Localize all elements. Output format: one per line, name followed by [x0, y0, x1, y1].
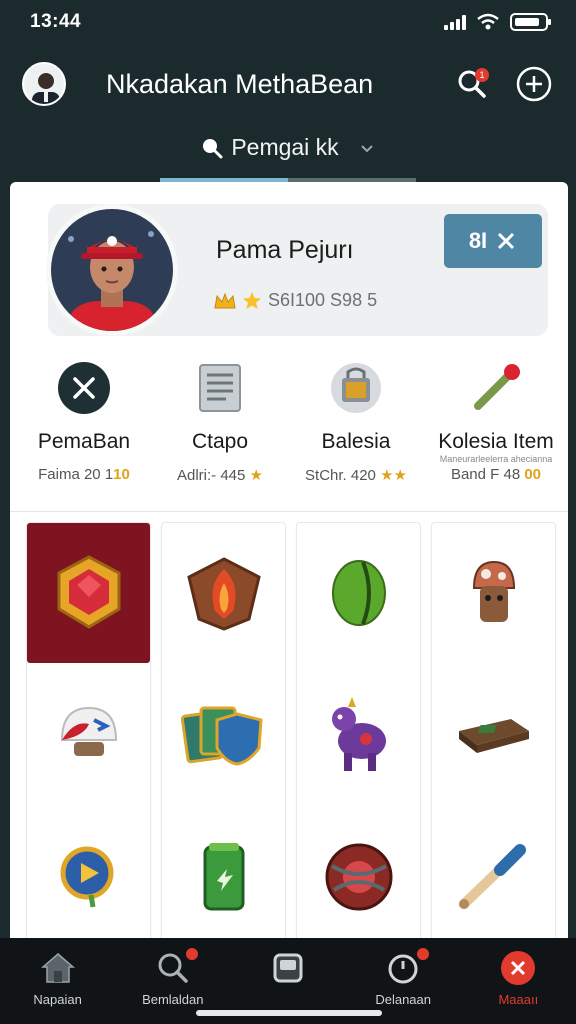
nav-label: Maaaıı — [498, 992, 539, 1007]
category-sub: Adlri:- 445 ★ — [177, 467, 263, 484]
green-ball-icon — [331, 560, 386, 626]
category-sub-small: Maneurarleelerra ahecianna — [439, 454, 553, 464]
grid-item[interactable] — [27, 807, 150, 942]
wifi-icon — [477, 13, 499, 30]
nav-item-home[interactable]: Napaian — [0, 950, 115, 1007]
crown-icon — [214, 292, 236, 308]
category-name: Kolesia Item — [438, 430, 554, 453]
nav-badge — [186, 948, 199, 960]
cricket-bat-icon — [468, 360, 524, 416]
purple-creature-icon — [331, 697, 386, 771]
grid-item[interactable] — [162, 807, 285, 942]
nav-item-square[interactable] — [230, 950, 345, 992]
item-column — [431, 522, 556, 942]
category-item[interactable]: PemaBan Faima 20 110 — [14, 360, 154, 483]
main-card: Pama Pejurı S6I100 S98 5 8I PemaBan Faim… — [10, 182, 568, 942]
status-bar: 13:44 — [0, 0, 576, 44]
search-icon — [158, 953, 188, 983]
category-sub: Band F 48 00 — [450, 466, 542, 483]
bottom-nav: Napaian Bemlaldan Delanaan Maaaıı — [0, 938, 576, 1024]
battery-icon — [510, 13, 551, 31]
status-time: 13:44 — [30, 11, 82, 32]
category-name: Balesia — [321, 430, 391, 453]
home-indicator[interactable] — [196, 1010, 382, 1016]
item-grid — [26, 522, 556, 942]
square-icon — [273, 953, 303, 983]
item-column — [296, 522, 421, 942]
mushroom-figure-icon — [472, 560, 515, 622]
grid-item[interactable] — [432, 665, 555, 805]
app-header: Nkadakan MethaBean 1 — [0, 48, 576, 120]
grid-item[interactable] — [297, 665, 420, 805]
close-icon — [498, 232, 515, 250]
flame-shield-icon — [186, 557, 261, 631]
bat-icon — [458, 844, 526, 909]
item-column — [161, 522, 286, 942]
profile-action-button[interactable]: 8I — [444, 214, 542, 268]
nav-item-active[interactable]: Maaaıı — [461, 950, 576, 1007]
document-icon — [192, 360, 248, 416]
signal-icon — [444, 14, 466, 30]
star-icon — [243, 291, 261, 309]
card-shield-icon — [180, 706, 263, 766]
vault-icon — [328, 360, 384, 416]
category-sub: Faima 20 110 — [38, 466, 130, 483]
close-badge-icon — [501, 951, 536, 985]
search-icon — [203, 138, 223, 158]
search-label: Pemgai kk — [231, 134, 339, 160]
category-name: Ctapo — [191, 430, 249, 453]
app-title: Nkadakan MethaBean — [106, 68, 374, 99]
medal-icon — [60, 846, 113, 908]
timer-icon — [388, 954, 418, 984]
search-button[interactable]: 1 — [452, 64, 492, 104]
category-item[interactable]: Ctapo Adlri:- 445 ★ — [150, 360, 290, 484]
category-sub: StChr. 420 ★★ — [305, 467, 407, 484]
grid-item[interactable] — [162, 665, 285, 805]
home-icon — [40, 953, 75, 983]
profile-action-label: 8I — [468, 228, 488, 253]
item-column — [26, 522, 151, 942]
close-circle-icon — [56, 360, 112, 416]
grid-item[interactable] — [27, 665, 150, 805]
profile-stats: S6I100 S98 5 — [214, 290, 377, 311]
grid-item[interactable] — [297, 807, 420, 942]
nav-label: Napaian — [33, 992, 82, 1007]
nav-item-search[interactable]: Bemlaldan — [115, 948, 230, 1007]
category-item[interactable]: Kolesia Item Maneurarleelerra ahecianna … — [426, 360, 566, 483]
profile-stats-text: S6I100 S98 5 — [268, 290, 378, 310]
plus-circle-icon — [516, 66, 552, 102]
grid-item[interactable] — [432, 523, 555, 663]
nav-badge — [416, 948, 429, 960]
nav-label: Delanaan — [375, 992, 431, 1007]
red-ball-icon — [325, 843, 392, 911]
wooden-board-icon — [458, 719, 529, 753]
status-icons — [444, 13, 551, 31]
grid-item[interactable] — [432, 807, 555, 942]
nav-label: Bemlaldan — [142, 992, 204, 1007]
grid-item[interactable] — [162, 523, 285, 663]
profile-name: Pama Pejurı — [216, 236, 354, 264]
category-item[interactable]: Balesia StChr. 420 ★★ — [286, 360, 426, 484]
avatar[interactable] — [22, 62, 66, 106]
profile-photo[interactable] — [46, 204, 178, 336]
category-row: PemaBan Faima 20 110 Ctapo Adlri:- 445 ★ — [10, 360, 568, 512]
category-name: PemaBan — [37, 430, 131, 453]
nav-item-timer[interactable]: Delanaan — [346, 948, 461, 1007]
add-button[interactable] — [514, 64, 554, 104]
grid-item-selected[interactable] — [27, 523, 150, 663]
profile-card: Pama Pejurı S6I100 S98 5 8I — [46, 204, 548, 336]
helmet-icon — [60, 706, 117, 756]
search-tab[interactable]: Pemgai kk — [0, 122, 576, 182]
gold-emblem-icon — [57, 555, 120, 629]
chevron-down-icon[interactable] — [359, 140, 375, 156]
notification-badge: 1 — [475, 68, 489, 82]
grid-item[interactable] — [297, 523, 420, 663]
green-can-icon — [203, 843, 244, 911]
